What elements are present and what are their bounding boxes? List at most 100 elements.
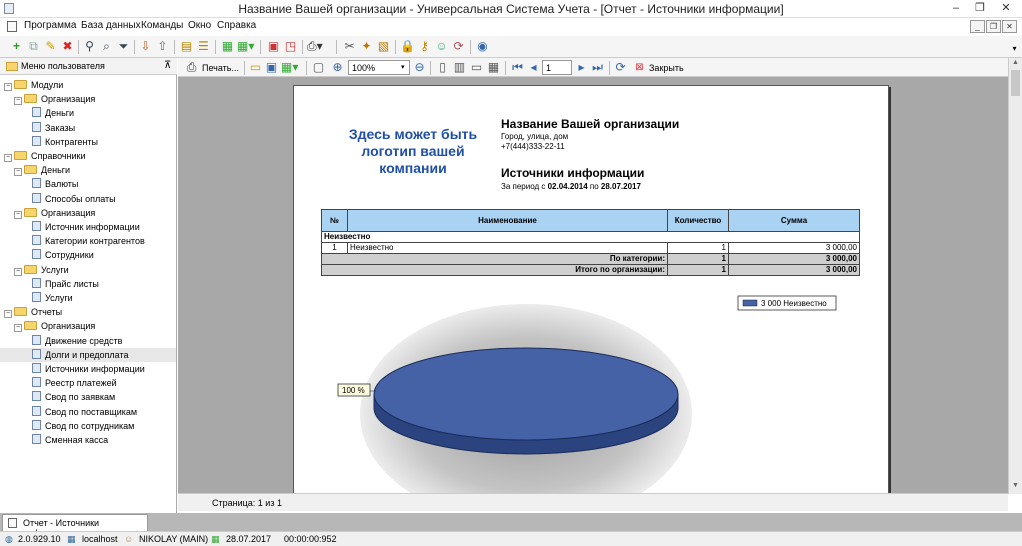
menu-database[interactable]: База данных	[81, 20, 141, 31]
scroll-thumb[interactable]	[1011, 70, 1020, 96]
collapse-icon[interactable]: −	[14, 168, 22, 177]
menu-program[interactable]: Программа	[24, 20, 76, 31]
edit-icon[interactable]: ✎	[43, 39, 58, 54]
restore-button[interactable]: ❐	[968, 1, 992, 16]
zoom-out-icon[interactable]: ⊖	[412, 60, 427, 75]
open-folder-icon[interactable]: ▭	[248, 60, 263, 75]
tree-item[interactable]: − Справочники	[0, 149, 176, 163]
delete-icon[interactable]: ✖	[60, 39, 75, 54]
page-number-input[interactable]: 1	[542, 60, 572, 75]
tree-item[interactable]: Свод по сотрудникам	[0, 419, 176, 433]
toolbar-overflow-icon[interactable]: ▾	[1007, 41, 1022, 56]
report-icon[interactable]: ▤	[179, 39, 194, 54]
tree-item[interactable]: − Отчеты	[0, 305, 176, 319]
tree-item[interactable]: Категории контрагентов	[0, 234, 176, 248]
tree-item[interactable]: Свод по поставщикам	[0, 405, 176, 419]
collapse-icon[interactable]: −	[4, 83, 12, 91]
find-next-icon[interactable]: ⌕	[99, 39, 114, 54]
minimize-button[interactable]: –	[944, 1, 968, 16]
collapse-icon[interactable]: −	[14, 324, 22, 333]
printer-icon[interactable]: ⎙▾	[307, 39, 323, 54]
tree-item[interactable]: Заказы	[0, 121, 176, 135]
users-icon[interactable]: ☺	[434, 39, 449, 54]
tree-item[interactable]: − Услуги	[0, 263, 176, 277]
tree-item[interactable]: Движение средств	[0, 334, 176, 348]
document-icon[interactable]	[7, 21, 17, 32]
page-setup-icon[interactable]: ▢	[311, 60, 326, 75]
save-icon[interactable]: ▣	[264, 60, 279, 75]
tree-item[interactable]: Способы оплаты	[0, 192, 176, 206]
close-report-icon[interactable]: ⊠	[632, 60, 647, 75]
copy-icon[interactable]: ⧉	[26, 39, 41, 54]
collapse-icon[interactable]: −	[14, 210, 22, 219]
settings-icon[interactable]: ✦	[359, 39, 374, 54]
single-page-icon[interactable]: ▯	[435, 60, 450, 75]
add-icon[interactable]: +	[9, 39, 24, 54]
tree-item[interactable]: Источники информации	[0, 362, 176, 376]
menu-window[interactable]: Окно	[188, 20, 211, 31]
collapse-icon[interactable]: −	[4, 154, 12, 162]
new-window-icon[interactable]: ▣	[266, 39, 281, 54]
tree-item[interactable]: Реестр платежей	[0, 376, 176, 390]
window-icon[interactable]: ◳	[283, 39, 298, 54]
tree-item[interactable]: Сменная касса	[0, 433, 176, 447]
refresh-icon[interactable]: ⟳	[451, 39, 466, 54]
page-width-icon[interactable]: ▭	[469, 60, 484, 75]
calculator-icon[interactable]: ▧	[376, 39, 391, 54]
tree-item[interactable]: Свод по заявкам	[0, 390, 176, 404]
key-icon[interactable]: ⚷	[417, 39, 432, 54]
prev-page-icon[interactable]: ◂	[526, 60, 541, 75]
menu-help[interactable]: Справка	[217, 20, 256, 31]
table-dropdown-icon[interactable]: ▦▾	[237, 39, 254, 54]
import-icon[interactable]: ⇩	[138, 39, 153, 54]
tree-item[interactable]: Прайс листы	[0, 277, 176, 291]
print-icon[interactable]: ⎙	[184, 60, 199, 75]
scroll-down-icon[interactable]: ▼	[1012, 482, 1019, 489]
lock-icon[interactable]: 🔒	[400, 39, 415, 54]
next-page-icon[interactable]: ▸	[574, 60, 589, 75]
tree-item[interactable]: − Организация	[0, 206, 176, 220]
tree-item[interactable]: − Организация	[0, 319, 176, 333]
zoom-select[interactable]: 100% ▾	[348, 60, 410, 75]
export-icon[interactable]: ⇧	[155, 39, 170, 54]
tree-item[interactable]: Контрагенты	[0, 135, 176, 149]
mdi-close-button[interactable]: ✕	[1002, 20, 1017, 33]
close-report-button[interactable]: Закрыть	[649, 63, 684, 73]
filter-icon[interactable]: ⏷	[116, 39, 131, 54]
table-icon[interactable]: ▦	[220, 39, 235, 54]
tree-item[interactable]: − Деньги	[0, 163, 176, 177]
tree-item[interactable]: − Организация	[0, 92, 176, 106]
collapse-icon[interactable]: −	[4, 310, 12, 319]
tools-icon[interactable]: ✂	[342, 39, 357, 54]
info-icon[interactable]: ◉	[475, 39, 490, 54]
menu-commands[interactable]: Команды	[141, 20, 183, 31]
multi-page-icon[interactable]: ▥	[452, 60, 467, 75]
mdi-minimize-button[interactable]: _	[970, 20, 985, 33]
tree-item[interactable]: Деньги	[0, 106, 176, 120]
tab-report-sources[interactable]: Отчет - Источники информации	[2, 514, 148, 538]
zoom-in-icon[interactable]: ⊕	[330, 60, 345, 75]
export-dropdown-icon[interactable]: ▦▾	[281, 60, 298, 75]
thumbnails-icon[interactable]: ▦	[486, 60, 501, 75]
tree-item[interactable]: − Модули	[0, 78, 176, 92]
chevron-down-icon[interactable]: ▾	[401, 63, 405, 71]
tree-item[interactable]: Услуги	[0, 291, 176, 305]
refresh-report-icon[interactable]: ⟳	[613, 60, 628, 75]
tree-item[interactable]: Источник информации	[0, 220, 176, 234]
list-icon[interactable]: ☰	[196, 39, 211, 54]
pin-icon[interactable]: ⊼	[164, 60, 171, 71]
last-page-icon[interactable]: ⏭	[590, 60, 605, 75]
tree-item[interactable]: Долги и предоплата	[0, 347, 176, 362]
mdi-restore-button[interactable]: ❐	[986, 20, 1001, 33]
document-icon	[8, 518, 17, 528]
first-page-icon[interactable]: ⏮	[510, 60, 525, 75]
search-icon[interactable]: ⚲	[82, 39, 97, 54]
print-button[interactable]: Печать...	[202, 63, 239, 73]
collapse-icon[interactable]: −	[14, 97, 22, 106]
tree-item[interactable]: Сотрудники	[0, 248, 176, 262]
close-window-button[interactable]: ✕	[994, 1, 1018, 16]
vertical-scrollbar[interactable]: ▲ ▼	[1008, 58, 1022, 494]
tree-item[interactable]: Валюты	[0, 177, 176, 191]
scroll-up-icon[interactable]: ▲	[1012, 59, 1019, 66]
collapse-icon[interactable]: −	[14, 267, 22, 276]
